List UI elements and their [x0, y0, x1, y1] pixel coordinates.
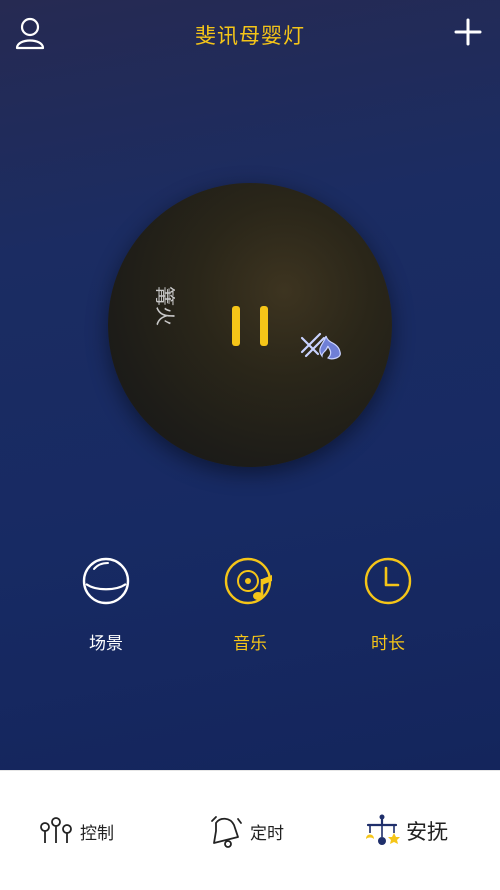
alarm-bell-icon [211, 816, 242, 848]
campfire-icon [300, 332, 341, 360]
tab-control[interactable]: 控制 [38, 811, 114, 851]
scene-label: 场景 [89, 634, 123, 654]
music-button[interactable]: 音乐 [195, 555, 305, 654]
sliders-icon [40, 817, 72, 843]
pause-button[interactable] [220, 300, 280, 352]
music-disc-icon [224, 557, 272, 605]
bottom-tab-bar: 控制 定时 安抚 [0, 770, 500, 890]
page-title: 斐讯母婴灯 [195, 24, 305, 48]
tab-timer-label: 定时 [250, 823, 284, 844]
pause-icon [232, 306, 240, 346]
tab-control-label: 控制 [80, 823, 114, 844]
clock-icon [364, 557, 412, 605]
plus-icon[interactable] [454, 18, 482, 46]
tab-soothe-label: 安抚 [406, 820, 448, 844]
music-label: 音乐 [233, 634, 267, 654]
globe-icon [82, 557, 130, 605]
tab-timer[interactable]: 定时 [208, 811, 284, 851]
tab-soothe[interactable]: 安抚 [364, 811, 448, 851]
top-bar: 斐讯母婴灯 [0, 0, 500, 68]
duration-label: 时长 [371, 634, 405, 654]
main-screen: 斐讯母婴灯 篝火 场景 音乐 时长 [0, 0, 500, 770]
scene-button[interactable]: 场景 [51, 555, 161, 654]
campfire-text-glyph: 篝火 [153, 286, 177, 326]
baby-mobile-icon [366, 814, 400, 845]
duration-button[interactable]: 时长 [333, 555, 443, 654]
